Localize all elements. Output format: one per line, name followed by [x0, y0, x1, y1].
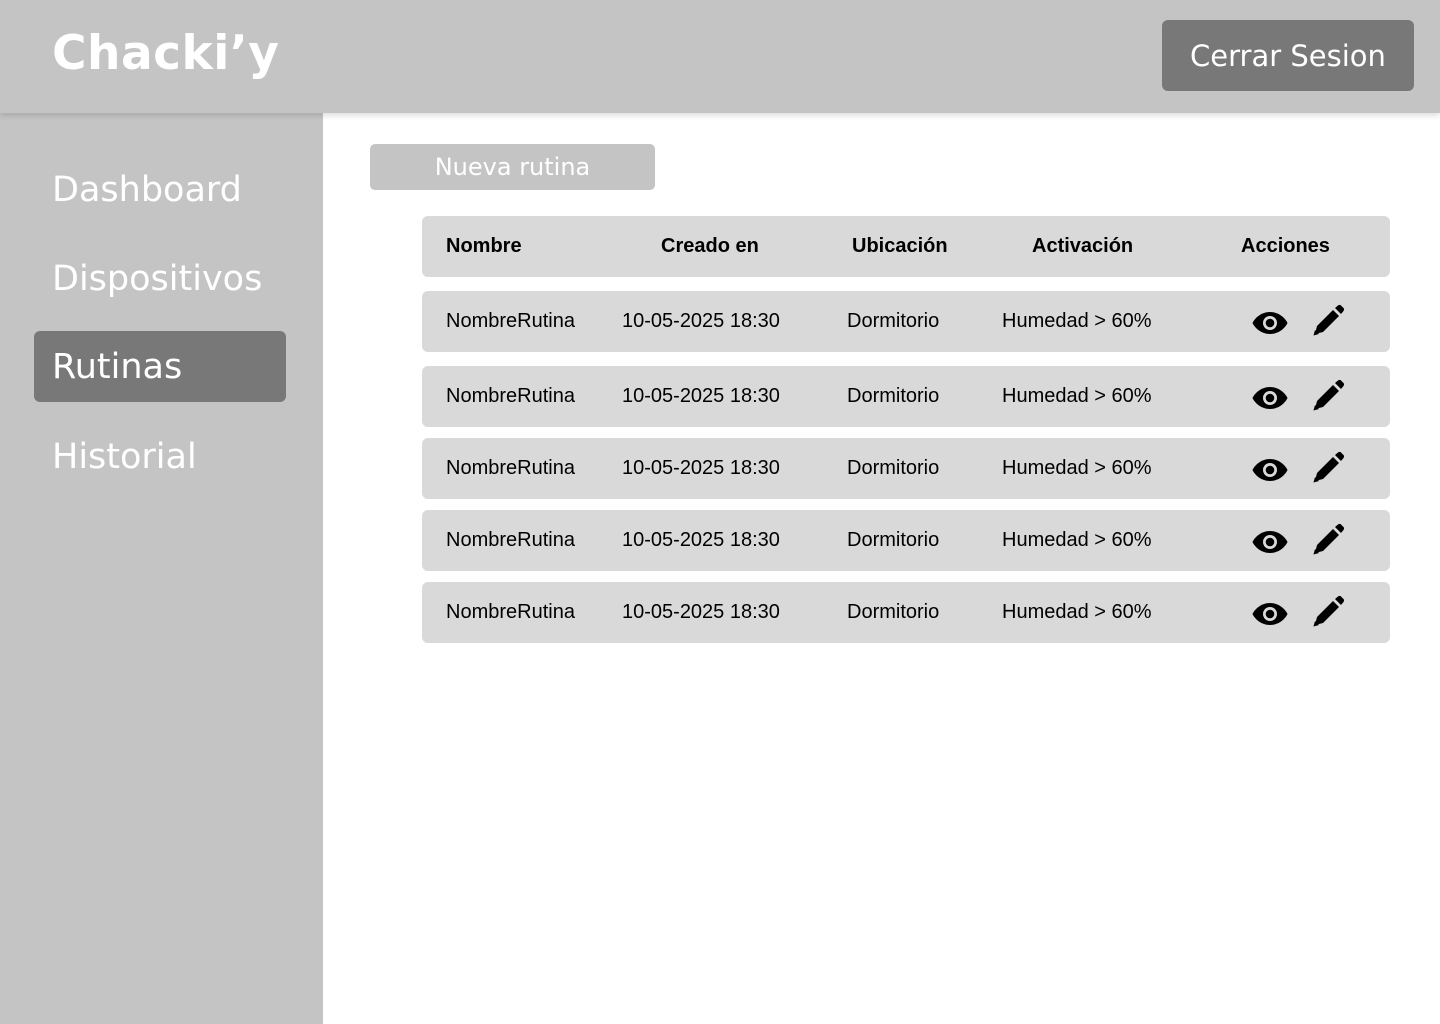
eye-icon[interactable] [1250, 525, 1290, 559]
cell-location: Dormitorio [847, 457, 940, 479]
cell-location: Dormitorio [847, 385, 940, 407]
top-header: Chacki’y Cerrar Sesion [0, 0, 1440, 113]
column-header-created: Creado en [661, 235, 759, 257]
cell-activation: Humedad > 60% [1002, 310, 1152, 332]
cell-activation: Humedad > 60% [1002, 601, 1152, 623]
pencil-icon[interactable] [1308, 595, 1348, 629]
cell-name: NombreRutina [446, 310, 575, 332]
pencil-icon[interactable] [1308, 379, 1348, 413]
logout-button[interactable]: Cerrar Sesion [1162, 20, 1414, 91]
app-logo: Chacki’y [52, 26, 280, 81]
column-header-actions: Acciones [1241, 235, 1330, 257]
cell-created: 10-05-2025 18:30 [622, 529, 780, 551]
sidebar-item-dashboard[interactable]: Dashboard [34, 154, 286, 225]
table-row: NombreRutina 10-05-2025 18:30 Dormitorio Hu… [422, 366, 1390, 427]
eye-icon[interactable] [1250, 381, 1290, 415]
sidebar-item-historial[interactable]: Historial [34, 421, 286, 492]
cell-location: Dormitorio [847, 310, 940, 332]
table-row: NombreRutina 10-05-2025 18:30 Dormitorio Hu… [422, 438, 1390, 499]
sidebar-item-dispositivos[interactable]: Dispositivos [34, 243, 286, 314]
pencil-icon[interactable] [1308, 304, 1348, 338]
pencil-icon[interactable] [1308, 523, 1348, 557]
table-header: Nombre Creado en Ubicación Activación Ac… [422, 216, 1390, 277]
cell-created: 10-05-2025 18:30 [622, 457, 780, 479]
cell-name: NombreRutina [446, 601, 575, 623]
cell-location: Dormitorio [847, 529, 940, 551]
cell-activation: Humedad > 60% [1002, 457, 1152, 479]
table-row: NombreRutina 10-05-2025 18:30 Dormitorio Hu… [422, 510, 1390, 571]
column-header-activation: Activación [1032, 235, 1134, 257]
cell-activation: Humedad > 60% [1002, 529, 1152, 551]
cell-created: 10-05-2025 18:30 [622, 385, 780, 407]
eye-icon[interactable] [1250, 453, 1290, 487]
sidebar-item-rutinas[interactable]: Rutinas [34, 331, 286, 402]
cell-name: NombreRutina [446, 457, 575, 479]
cell-location: Dormitorio [847, 601, 940, 623]
eye-icon[interactable] [1250, 306, 1290, 340]
cell-created: 10-05-2025 18:30 [622, 310, 780, 332]
eye-icon[interactable] [1250, 597, 1290, 631]
column-header-name: Nombre [446, 235, 522, 257]
table-row: NombreRutina 10-05-2025 18:30 Dormitorio Hu… [422, 582, 1390, 643]
table-row: NombreRutina 10-05-2025 18:30 Dormitorio Hu… [422, 291, 1390, 352]
cell-name: NombreRutina [446, 385, 575, 407]
new-routine-button[interactable]: Nueva rutina [370, 144, 655, 190]
cell-name: NombreRutina [446, 529, 575, 551]
cell-created: 10-05-2025 18:30 [622, 601, 780, 623]
column-header-location: Ubicación [852, 235, 948, 257]
pencil-icon[interactable] [1308, 451, 1348, 485]
cell-activation: Humedad > 60% [1002, 385, 1152, 407]
